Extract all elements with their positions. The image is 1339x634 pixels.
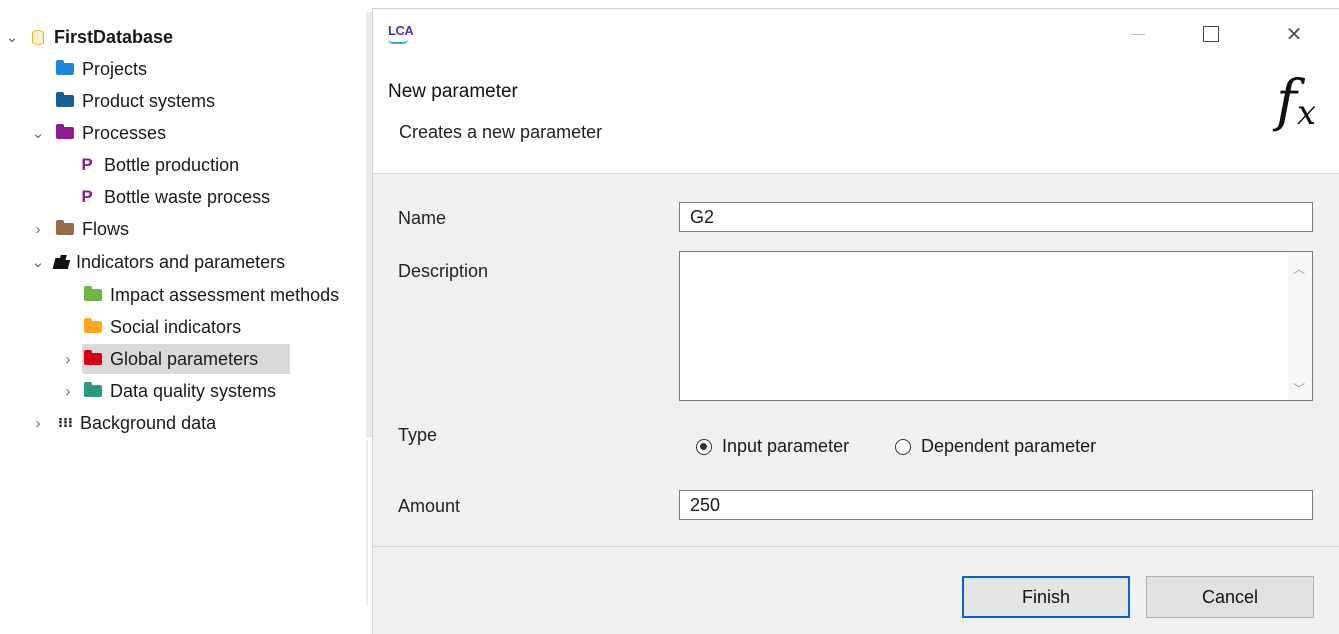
tree-item-label: Product systems: [82, 90, 216, 111]
folder-icon: [56, 60, 74, 75]
app-logo-icon: LCA: [388, 23, 414, 44]
description-textarea[interactable]: ︿ ﹀: [679, 251, 1313, 401]
chevron-right-icon[interactable]: ›: [30, 408, 46, 438]
description-label: Description: [398, 261, 489, 281]
folder-icon: [84, 350, 102, 365]
type-label: Type: [398, 425, 438, 445]
tree-item-label: FirstDatabase: [54, 26, 174, 47]
input-parameter-radio[interactable]: Input parameter: [696, 436, 849, 457]
function-icon: fx: [1276, 69, 1316, 134]
maximize-button[interactable]: [1182, 9, 1240, 59]
tree-item-label: Projects: [82, 58, 148, 79]
amount-input[interactable]: 250: [679, 490, 1313, 520]
chevron-right-icon[interactable]: ›: [60, 376, 76, 406]
minimize-icon: [1131, 33, 1145, 35]
close-button[interactable]: ✕: [1265, 9, 1323, 59]
cancel-button[interactable]: Cancel: [1146, 576, 1314, 618]
close-icon: ✕: [1285, 23, 1303, 46]
tree-item-indicators-and-parameters[interactable]: ⌄ Indicators and parameters: [30, 247, 285, 277]
scroll-up-icon[interactable]: ︿: [1293, 260, 1305, 276]
tree-item-global-parameters[interactable]: › Global parameters: [60, 344, 290, 374]
radio-label: Input parameter: [722, 436, 850, 456]
process-icon: P: [81, 155, 93, 174]
folder-icon: [56, 220, 74, 235]
dialog-header: New parameter Creates a new parameter fx: [373, 59, 1339, 174]
chevron-right-icon[interactable]: ›: [60, 344, 76, 374]
tree-item-product-systems[interactable]: Product systems: [56, 86, 215, 116]
dialog-title: New parameter: [388, 81, 518, 102]
tree-item-label: Impact assessment methods: [110, 284, 340, 305]
folder-icon: [84, 318, 102, 333]
tree-item-label: Data quality systems: [110, 380, 277, 401]
tree-item-label: Bottle waste process: [104, 186, 271, 207]
tree-item-social-indicators[interactable]: Social indicators: [84, 312, 241, 342]
tree-item-label: Social indicators: [110, 316, 242, 337]
tree-item-label: Indicators and parameters: [76, 251, 286, 272]
scroll-down-icon[interactable]: ﹀: [1293, 380, 1305, 396]
tree-item-processes[interactable]: ⌄ Processes: [30, 118, 166, 148]
tree-item-background-data[interactable]: › ⁝⁝⁝ Background data: [30, 408, 217, 438]
process-icon: P: [81, 187, 93, 206]
database-icon: [32, 29, 44, 45]
navigation-tree: ⌄ FirstDatabase Projects Product systems…: [0, 0, 372, 633]
tree-item-projects[interactable]: Projects: [56, 54, 147, 84]
chevron-right-icon[interactable]: ›: [30, 214, 46, 244]
chevron-down-icon[interactable]: ⌄: [30, 118, 46, 148]
tree-item-label: Global parameters: [110, 348, 259, 369]
chevron-down-icon[interactable]: ⌄: [30, 247, 46, 277]
tree-item-bottle-waste-process[interactable]: P Bottle waste process: [78, 182, 270, 212]
folder-icon: [84, 382, 102, 397]
dialog-subtitle: Creates a new parameter: [399, 122, 603, 142]
description-scrollbar[interactable]: ︿ ﹀: [1288, 252, 1312, 400]
dependent-parameter-radio[interactable]: Dependent parameter: [895, 436, 1096, 457]
amount-label: Amount: [398, 496, 461, 516]
tree-item-label: Bottle production: [104, 154, 240, 175]
radio-label: Dependent parameter: [921, 436, 1097, 456]
tree-item-label: Flows: [82, 218, 130, 239]
tree-item-impact-assessment-methods[interactable]: Impact assessment methods: [84, 280, 339, 310]
tree-item-label: Background data: [80, 412, 217, 433]
indicators-icon: [52, 254, 71, 270]
folder-icon: [56, 124, 74, 139]
chevron-down-icon[interactable]: ⌄: [4, 22, 20, 52]
new-parameter-dialog: LCA ✕ New parameter Creates a new parame…: [372, 8, 1339, 634]
minimize-button[interactable]: [1109, 9, 1167, 59]
tree-item-bottle-production[interactable]: P Bottle production: [78, 150, 239, 180]
tree-item-data-quality-systems[interactable]: › Data quality systems: [60, 376, 277, 406]
tree-item-firstdatabase[interactable]: ⌄ FirstDatabase: [0, 22, 173, 52]
folder-icon: [56, 92, 74, 107]
finish-button[interactable]: Finish: [962, 576, 1130, 618]
footer-separator: [373, 546, 1339, 547]
tree-item-label: Processes: [82, 122, 167, 143]
maximize-icon: [1203, 26, 1219, 42]
pane-divider: [366, 440, 368, 605]
title-bar[interactable]: LCA ✕: [373, 9, 1339, 59]
folder-icon: [84, 286, 102, 301]
name-label: Name: [398, 208, 447, 228]
radio-checked-icon: [696, 438, 712, 455]
name-input[interactable]: G2: [679, 202, 1313, 232]
grid-icon: ⁝⁝⁝: [58, 415, 73, 430]
radio-unchecked-icon: [895, 438, 911, 455]
tree-item-flows[interactable]: › Flows: [30, 214, 130, 244]
